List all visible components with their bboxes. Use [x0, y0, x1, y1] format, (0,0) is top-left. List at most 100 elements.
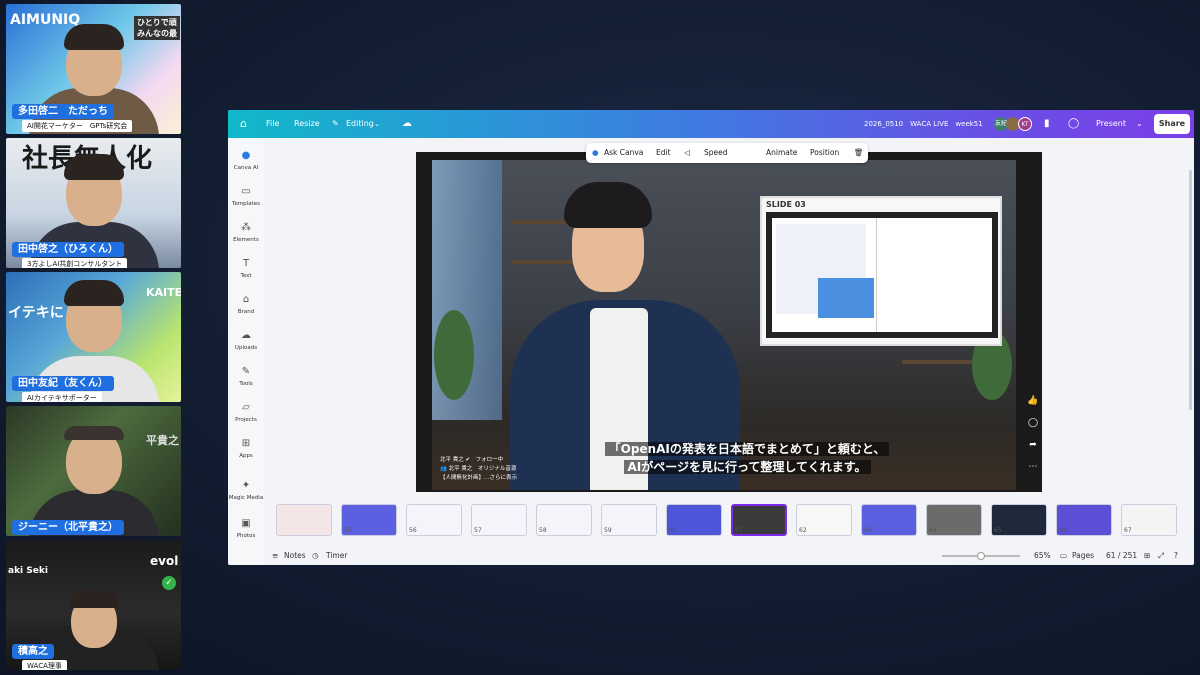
- page-thumbnail[interactable]: 66: [1056, 504, 1112, 536]
- vertical-scrollbar[interactable]: [1189, 170, 1192, 410]
- zoom-slider[interactable]: [942, 552, 1020, 560]
- slide-inset-label: SLIDE 03: [766, 200, 806, 209]
- page-thumbnail[interactable]: 60: [666, 504, 722, 536]
- page-number: 63: [864, 527, 872, 534]
- help-icon[interactable]: ?: [1174, 546, 1178, 565]
- sidebar-item-apps[interactable]: ⊞ Apps: [228, 438, 264, 459]
- cloud-save-icon[interactable]: ☁: [402, 110, 412, 138]
- sidebar-item-label: Tools: [239, 381, 253, 387]
- participant-tile[interactable]: 平貴之 ジーニー（北平貴之）: [6, 406, 181, 536]
- ask-canva-button[interactable]: Ask Canva: [604, 143, 643, 163]
- sidebar-item-canva-ai[interactable]: ● Canva AI: [228, 150, 264, 171]
- participant-role: WACA理事: [22, 660, 67, 670]
- page-thumbnail[interactable]: 55: [341, 504, 397, 536]
- presenter-hair: [564, 182, 652, 228]
- video-scene[interactable]: SLIDE 03 北平 貴之 ✔ フォロー中 👥 北平 貴之 オリジナル音源 【…: [432, 160, 1016, 490]
- page-thumbnail[interactable]: 56: [406, 504, 462, 536]
- share-icon[interactable]: ➦: [1026, 440, 1040, 450]
- zoom-level[interactable]: 65%: [1034, 546, 1051, 565]
- participant-name: ジーニー（北平貴之）: [12, 520, 124, 535]
- resize-menu[interactable]: Resize: [294, 110, 320, 138]
- video-side-actions: 👍 ◯ ➦ ⋯: [1026, 396, 1040, 484]
- page-number: 59: [604, 527, 612, 534]
- comment-icon[interactable]: ◯: [1068, 110, 1079, 138]
- page-thumbnail[interactable]: 58: [536, 504, 592, 536]
- sidebar-item-projects[interactable]: ▱ Projects: [228, 402, 264, 423]
- notes-button[interactable]: Notes: [284, 546, 306, 565]
- sidebar-item-text[interactable]: T Text: [228, 258, 264, 279]
- participant-tile[interactable]: 社長無人化 田中啓之（ひろくん） 3方よしAI共創コンサルタント: [6, 138, 181, 268]
- fullscreen-icon[interactable]: ⤢: [1158, 546, 1164, 565]
- sidebar-item-label: Projects: [235, 417, 257, 423]
- magic-media-icon: ✦: [241, 480, 251, 491]
- page-thumbnail[interactable]: [276, 504, 332, 536]
- video-byline: 北平 貴之 ✔ フォロー中 👥 北平 貴之 オリジナル音源 【人間無化計画】…さ…: [440, 456, 517, 483]
- participant-role: AI開花マーケター GPTs研究会: [22, 120, 133, 132]
- page-thumbnail[interactable]: 59: [601, 504, 657, 536]
- page-number: 56: [409, 527, 417, 534]
- document-title[interactable]: 2026_0510 WACA LIVE week51: [864, 110, 983, 138]
- page-thumbnail[interactable]: 63: [861, 504, 917, 536]
- banner-text: evol: [150, 554, 179, 568]
- sidebar-item-label: Magic Media: [228, 495, 264, 501]
- byline-author: 北平 貴之 ✔ フォロー中: [440, 457, 504, 463]
- grid-view-icon[interactable]: ⊞: [1144, 546, 1150, 565]
- page-thumbnail[interactable]: 62: [796, 504, 852, 536]
- more-icon[interactable]: ⋯: [1026, 462, 1040, 472]
- comment-icon[interactable]: ◯: [1026, 418, 1040, 428]
- banner-text: KAITE: [146, 286, 181, 299]
- sidebar-item-tools[interactable]: ✎ Tools: [228, 366, 264, 387]
- file-menu[interactable]: File: [266, 110, 279, 138]
- sidebar-item-templates[interactable]: ▭ Templates: [228, 186, 264, 207]
- sidebar-item-brand[interactable]: ⌂ Brand: [228, 294, 264, 315]
- page-number: 67: [1124, 527, 1132, 534]
- participant-tile[interactable]: KAITE イテキに 田中友紀（友くん） AIカイテキサポーター: [6, 272, 181, 402]
- background-shelf: [902, 360, 972, 364]
- participant-tile[interactable]: evol aki Seki ✓ 積高之 WACA理事: [6, 540, 181, 670]
- left-sidebar: ● Canva AI ▭ Templates ⁂ Elements T Text…: [228, 138, 264, 565]
- page-count[interactable]: 61 / 251: [1106, 546, 1137, 565]
- slide-canvas[interactable]: SLIDE 03 北平 貴之 ✔ フォロー中 👥 北平 貴之 オリジナル音源 【…: [416, 152, 1042, 492]
- page-thumbnail[interactable]: 64: [926, 504, 982, 536]
- sidebar-item-label: Text: [240, 273, 252, 279]
- home-icon[interactable]: ⌂: [240, 110, 247, 138]
- position-button[interactable]: Position: [810, 143, 839, 163]
- bottom-bar: ≡ Notes ◷ Timer 65% ▭ Pages 61 / 251 ⊞ ⤢…: [264, 546, 1194, 565]
- page-thumbnail[interactable]: 67: [1121, 504, 1177, 536]
- page-number: 61: [735, 526, 743, 533]
- page-thumbnails: 55 56 57 58 59 60 61 62 63 64 65 66 67: [276, 504, 1182, 538]
- notes-icon: ≡: [272, 551, 279, 560]
- elements-icon: ⁂: [241, 222, 251, 233]
- trash-icon[interactable]: 🗑: [854, 143, 864, 163]
- pencil-icon: ✎: [332, 119, 339, 128]
- page-thumbnail[interactable]: 61: [731, 504, 787, 536]
- page-thumbnail[interactable]: 57: [471, 504, 527, 536]
- subtitle-caption: 「OpenAIの発表を日本語でまとめて」と頼むと、 AIがページを見に行って整理…: [592, 440, 902, 476]
- person-hair: [63, 154, 124, 180]
- present-chevron-icon[interactable]: ⌄: [1136, 110, 1143, 138]
- chevron-down-icon: ⌄: [374, 120, 380, 128]
- avatar[interactable]: KT: [1018, 117, 1032, 131]
- sidebar-item-magic-media[interactable]: ✦ Magic Media: [228, 480, 264, 501]
- page-thumbnail[interactable]: 65: [991, 504, 1047, 536]
- speed-button[interactable]: Speed: [704, 143, 728, 163]
- sidebar-item-photos[interactable]: ▣ Photos: [228, 518, 264, 539]
- participant-tile[interactable]: AIMUNIQ ひとりで頑 みんなの最 多田啓二 ただっち AI開花マーケター …: [6, 4, 181, 134]
- editing-mode-menu[interactable]: Editing: [346, 110, 374, 138]
- sidebar-item-elements[interactable]: ⁂ Elements: [228, 222, 264, 243]
- animate-button[interactable]: Animate: [766, 143, 797, 163]
- like-icon[interactable]: 👍: [1026, 396, 1040, 406]
- present-button[interactable]: Present: [1096, 110, 1126, 138]
- share-button[interactable]: Share: [1154, 114, 1190, 134]
- pages-button[interactable]: Pages: [1072, 546, 1094, 565]
- projects-icon: ▱: [242, 402, 250, 413]
- page-number: 55: [344, 527, 352, 534]
- edit-button[interactable]: Edit: [656, 143, 671, 163]
- analytics-icon[interactable]: ▮: [1044, 110, 1050, 138]
- page-number: 60: [669, 527, 677, 534]
- sidebar-item-uploads[interactable]: ☁ Uploads: [228, 330, 264, 351]
- timer-icon: ◷: [312, 551, 319, 560]
- timer-button[interactable]: Timer: [326, 546, 347, 565]
- person-hair: [63, 280, 124, 306]
- zoom-slider-handle[interactable]: [977, 552, 985, 560]
